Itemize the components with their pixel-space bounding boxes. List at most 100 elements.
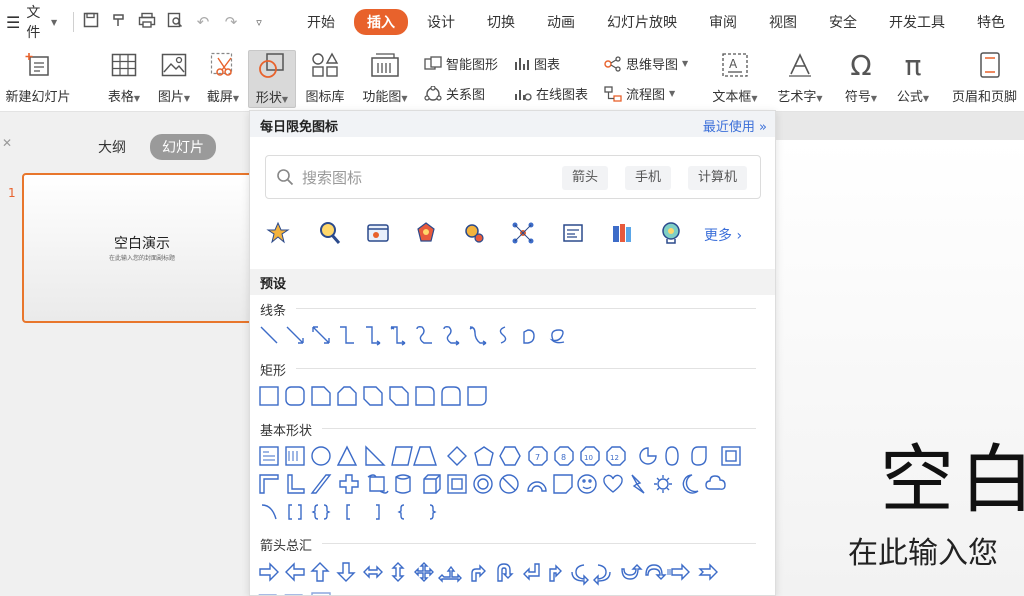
new-slide-icon bbox=[22, 50, 54, 80]
flowchart-button[interactable]: 流程图 ▼ bbox=[604, 84, 675, 103]
line-shapes-icon[interactable] bbox=[258, 324, 598, 346]
picture-label: 图片▼ bbox=[157, 90, 191, 105]
smart-shape-button[interactable]: 智能图形 bbox=[424, 54, 498, 73]
omega-icon: Ω bbox=[850, 48, 872, 82]
menu-bar: ☰ 文件 ▼ ↶ ↷ ▿ 开始 插入 设计 切换 动画 幻灯片放映 审阅 视图 … bbox=[0, 0, 1024, 44]
panel-header: 每日限免图标 最近使用 » bbox=[250, 111, 775, 137]
more-icons-link[interactable]: 更多 › bbox=[704, 225, 742, 245]
header-footer-icon bbox=[974, 50, 1006, 80]
rect-shapes-icon[interactable] bbox=[258, 385, 508, 407]
textbox-button[interactable]: A 文本框▼ bbox=[708, 50, 762, 108]
arrow-shapes-icon[interactable] bbox=[258, 561, 758, 596]
tag-computer[interactable]: 计算机 bbox=[688, 166, 748, 190]
section-arrows-label: 箭头总汇 bbox=[260, 539, 313, 554]
search-input[interactable] bbox=[302, 166, 542, 190]
tag-phone[interactable]: 手机 bbox=[625, 166, 672, 190]
symbol-button[interactable]: Ω 符号▼ bbox=[838, 48, 884, 108]
flowchart-label: 流程图 bbox=[626, 88, 666, 103]
chevron-down-icon: ▼ bbox=[669, 89, 676, 98]
chevron-down-icon: ▼ bbox=[682, 59, 689, 68]
tab-slideshow[interactable]: 幻灯片放映 bbox=[594, 9, 690, 35]
redo-icon[interactable]: ↷ bbox=[220, 13, 242, 31]
relation-chart-button[interactable]: 关系图 bbox=[424, 84, 485, 103]
header-footer-label: 页眉和页脚 bbox=[952, 90, 1018, 105]
function-chart-button[interactable]: 功能图▼ bbox=[356, 50, 414, 108]
picture-button[interactable]: 图片▼ bbox=[152, 50, 196, 108]
slide-thumbnail[interactable]: 空白演示 在此输入您的封面副标题 bbox=[22, 173, 262, 323]
art-text-button[interactable]: 艺术字▼ bbox=[772, 50, 828, 108]
icon-library-button[interactable]: 图标库 bbox=[302, 50, 348, 108]
chart-icon bbox=[515, 57, 529, 70]
tab-review[interactable]: 审阅 bbox=[696, 9, 750, 35]
tab-security[interactable]: 安全 bbox=[816, 9, 870, 35]
icon-search-box: 箭头 手机 计算机 bbox=[265, 155, 761, 199]
divider bbox=[296, 368, 756, 369]
head-idea-icon[interactable] bbox=[659, 221, 683, 245]
print-icon[interactable] bbox=[136, 12, 158, 32]
mind-map-button[interactable]: 思维导图 ▼ bbox=[604, 54, 688, 73]
preset-label: 预设 bbox=[260, 277, 287, 292]
tag-arrow[interactable]: 箭头 bbox=[562, 166, 609, 190]
header-footer-button[interactable]: 页眉和页脚 bbox=[950, 50, 1024, 108]
formula-button[interactable]: π 公式▼ bbox=[890, 48, 936, 108]
quick-access-toolbar: ↶ ↷ ▿ bbox=[80, 12, 270, 32]
chart-button[interactable]: 图表 bbox=[514, 54, 560, 73]
textbox-label: 文本框▼ bbox=[712, 90, 758, 105]
pi-icon: π bbox=[904, 48, 922, 82]
online-chart-label: 在线图表 bbox=[536, 88, 589, 103]
art-text-label: 艺术字▼ bbox=[777, 90, 823, 105]
basic-shapes-icon[interactable]: 7 8 10 12 bbox=[258, 445, 758, 525]
format-painter-icon[interactable] bbox=[108, 12, 130, 32]
file-menu[interactable]: 文件 ▼ bbox=[26, 2, 57, 42]
save-icon[interactable] bbox=[80, 12, 102, 32]
flowchart-icon bbox=[604, 85, 622, 102]
tab-outline[interactable]: 大纲 bbox=[86, 134, 138, 160]
slide-subtitle[interactable]: 在此输入您 bbox=[848, 528, 998, 572]
tab-features[interactable]: 特色 bbox=[964, 9, 1018, 35]
collapse-icon[interactable]: ✕ bbox=[2, 136, 12, 150]
map-pin-icon[interactable] bbox=[266, 221, 290, 245]
recent-used-link[interactable]: 最近使用 » bbox=[703, 116, 767, 135]
books-icon[interactable] bbox=[610, 221, 634, 245]
screenshot-button[interactable]: 截屏▼ bbox=[202, 50, 244, 108]
online-chart-icon bbox=[515, 89, 532, 101]
network-icon[interactable] bbox=[511, 221, 535, 245]
textbox-icon: A bbox=[719, 50, 751, 80]
ribbon-tabs: 开始 插入 设计 切换 动画 幻灯片放映 审阅 视图 安全 开发工具 特色 bbox=[294, 9, 1024, 35]
tab-developer[interactable]: 开发工具 bbox=[876, 9, 958, 35]
hamburger-icon[interactable]: ☰ bbox=[6, 13, 20, 32]
art-text-icon bbox=[784, 50, 816, 80]
tab-transitions[interactable]: 切换 bbox=[474, 9, 528, 35]
panel-header-title: 每日限免图标 bbox=[260, 120, 339, 135]
shape-icon bbox=[256, 51, 288, 81]
document-icon[interactable] bbox=[561, 221, 585, 245]
undo-icon[interactable]: ↶ bbox=[192, 13, 214, 31]
tab-home[interactable]: 开始 bbox=[294, 9, 348, 35]
divider bbox=[322, 543, 756, 544]
gears-icon[interactable] bbox=[462, 221, 486, 245]
gift-icon[interactable] bbox=[414, 221, 438, 245]
magnifier-icon[interactable] bbox=[318, 221, 342, 245]
svg-text:7: 7 bbox=[535, 453, 540, 462]
preset-header: 预设 bbox=[250, 269, 775, 295]
thumbnail-subtitle: 在此输入您的封面副标题 bbox=[108, 255, 175, 262]
search-icon bbox=[277, 169, 294, 186]
new-slide-button[interactable]: 新建幻灯片 bbox=[0, 50, 76, 108]
tab-insert[interactable]: 插入 bbox=[354, 9, 408, 35]
online-chart-button[interactable]: 在线图表 bbox=[514, 84, 588, 103]
function-chart-label: 功能图▼ bbox=[362, 90, 408, 105]
slide-title[interactable]: 空白 bbox=[880, 420, 1024, 527]
relation-chart-label: 关系图 bbox=[446, 88, 486, 103]
print-preview-icon[interactable] bbox=[164, 12, 186, 32]
tab-animation[interactable]: 动画 bbox=[534, 9, 588, 35]
tab-view[interactable]: 视图 bbox=[756, 9, 810, 35]
table-button[interactable]: 表格▼ bbox=[104, 50, 144, 108]
file-menu-label: 文件 bbox=[26, 5, 41, 41]
tab-design[interactable]: 设计 bbox=[414, 9, 468, 35]
function-chart-icon bbox=[369, 50, 401, 80]
browser-icon[interactable] bbox=[366, 221, 390, 245]
tab-slides[interactable]: 幻灯片 bbox=[150, 134, 216, 160]
customize-icon[interactable]: ▿ bbox=[248, 16, 270, 29]
section-lines-label: 线条 bbox=[260, 304, 287, 319]
shape-button[interactable]: 形状▼ bbox=[248, 50, 296, 108]
